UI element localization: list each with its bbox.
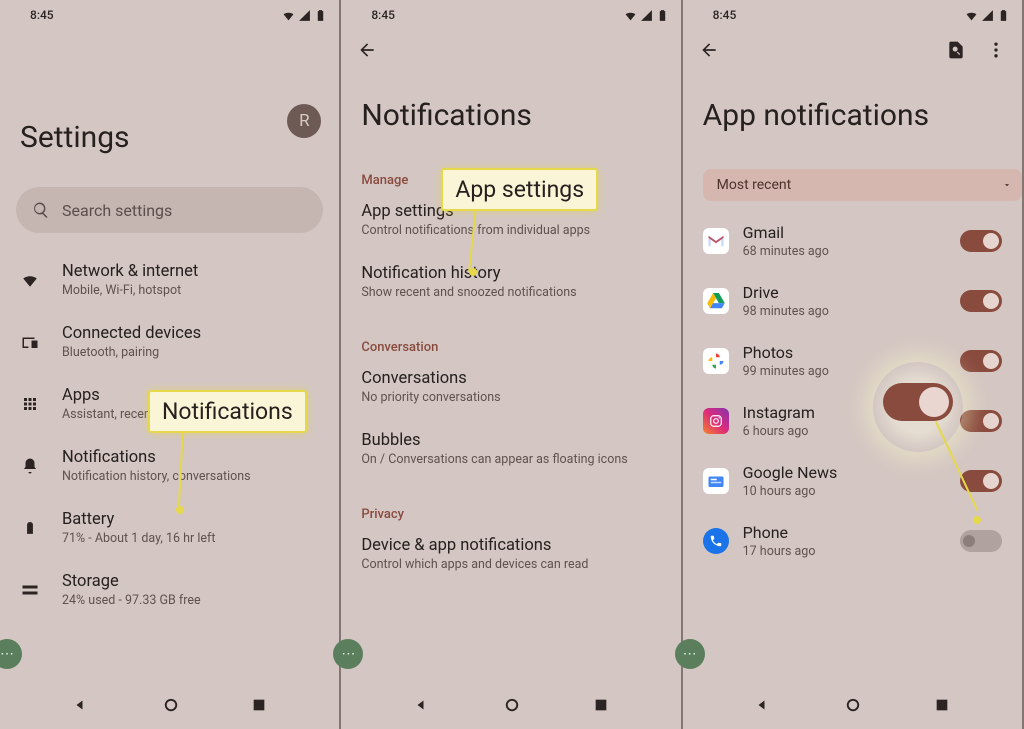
back-button[interactable] xyxy=(357,40,377,64)
status-time: 8:45 xyxy=(371,8,395,22)
search-placeholder: Search settings xyxy=(62,201,172,220)
toggle-photos[interactable] xyxy=(960,350,1002,372)
phone-icon xyxy=(703,528,729,554)
nav-recent-icon[interactable] xyxy=(934,697,950,717)
app-row-gmail[interactable]: Gmail68 minutes ago xyxy=(683,211,1022,271)
status-icons xyxy=(965,9,1010,22)
panel-settings: 8:45 R Settings Search settings Network … xyxy=(0,0,341,729)
status-time: 8:45 xyxy=(30,8,54,22)
google-news-icon xyxy=(703,468,729,494)
toggle-phone[interactable] xyxy=(960,530,1002,552)
nav-bar xyxy=(683,685,1022,729)
battery-icon xyxy=(656,9,669,22)
search-icon xyxy=(32,201,50,219)
devices-icon xyxy=(21,333,39,351)
pref-conversations[interactable]: Conversations No priority conversations xyxy=(341,359,680,415)
row-battery[interactable]: Battery71% - About 1 day, 16 hr left xyxy=(0,497,339,559)
nav-bar xyxy=(341,685,680,729)
status-icons xyxy=(282,9,327,22)
row-connected-devices[interactable]: Connected devicesBluetooth, pairing xyxy=(0,311,339,373)
section-conversation: Conversation xyxy=(341,324,680,359)
signal-icon xyxy=(640,9,653,22)
row-storage[interactable]: Storage24% used - 97.33 GB free xyxy=(0,559,339,621)
nav-recent-icon[interactable] xyxy=(593,697,609,717)
battery-icon xyxy=(997,9,1010,22)
wifi-icon xyxy=(965,9,978,22)
row-network[interactable]: Network & internetMobile, Wi-Fi, hotspot xyxy=(0,249,339,311)
row-notifications[interactable]: NotificationsNotification history, conve… xyxy=(0,435,339,497)
nav-home-icon[interactable] xyxy=(503,696,521,718)
wifi-icon xyxy=(624,9,637,22)
pref-bubbles[interactable]: Bubbles On / Conversations can appear as… xyxy=(341,421,680,477)
toggle-drive[interactable] xyxy=(960,290,1002,312)
overflow-menu-icon[interactable] xyxy=(986,40,1006,64)
pref-notification-history[interactable]: Notification history Show recent and sno… xyxy=(341,254,680,310)
drive-icon xyxy=(703,288,729,314)
panel-app-notifications: 8:45 App notifications Most recent Gmail… xyxy=(683,0,1024,729)
search-input[interactable]: Search settings xyxy=(16,187,323,233)
app-row-phone[interactable]: Phone17 hours ago xyxy=(683,511,1022,571)
status-bar: 8:45 xyxy=(683,0,1022,30)
nav-home-icon[interactable] xyxy=(844,696,862,718)
pref-device-app-notifications[interactable]: Device & app notifications Control which… xyxy=(341,526,680,582)
search-in-page-icon[interactable] xyxy=(946,40,966,64)
nav-back-icon[interactable] xyxy=(754,696,772,718)
page-title: Settings xyxy=(0,30,339,179)
instagram-icon xyxy=(703,408,729,434)
filter-chip[interactable]: Most recent xyxy=(703,169,1022,201)
page-title: App notifications xyxy=(683,74,1022,157)
status-icons xyxy=(624,9,669,22)
wifi-icon xyxy=(282,9,295,22)
status-time: 8:45 xyxy=(713,8,737,22)
nav-back-icon[interactable] xyxy=(413,696,431,718)
toggle-gmail[interactable] xyxy=(960,230,1002,252)
callout-notifications: Notifications xyxy=(148,390,307,433)
app-row-google-news[interactable]: Google News10 hours ago xyxy=(683,451,1022,511)
app-row-instagram[interactable]: Instagram6 hours ago xyxy=(683,391,1022,451)
app-row-drive[interactable]: Drive98 minutes ago xyxy=(683,271,1022,331)
toggle-instagram[interactable] xyxy=(960,410,1002,432)
callout-app-settings: App settings xyxy=(441,168,598,211)
fab[interactable]: ⋯ xyxy=(675,639,705,669)
apps-icon xyxy=(21,395,39,413)
app-row-photos[interactable]: Photos99 minutes ago xyxy=(683,331,1022,391)
photos-icon xyxy=(703,348,729,374)
back-button[interactable] xyxy=(699,40,719,64)
gmail-icon xyxy=(703,228,729,254)
panel-notifications: 8:45 Notifications Manage App settings C… xyxy=(341,0,682,729)
section-privacy: Privacy xyxy=(341,491,680,526)
callout-toggle xyxy=(883,383,953,421)
nav-home-icon[interactable] xyxy=(162,696,180,718)
nav-bar xyxy=(0,685,339,729)
signal-icon xyxy=(981,9,994,22)
battery-icon xyxy=(314,9,327,22)
bell-icon xyxy=(21,457,39,475)
status-bar: 8:45 xyxy=(341,0,680,30)
nav-back-icon[interactable] xyxy=(72,696,90,718)
signal-icon xyxy=(298,9,311,22)
battery-icon xyxy=(23,519,37,537)
chevron-down-icon xyxy=(1002,180,1012,190)
wifi-icon xyxy=(21,271,39,289)
status-bar: 8:45 xyxy=(0,0,339,30)
storage-icon xyxy=(21,581,39,599)
page-title: Notifications xyxy=(341,74,680,157)
nav-recent-icon[interactable] xyxy=(251,697,267,717)
